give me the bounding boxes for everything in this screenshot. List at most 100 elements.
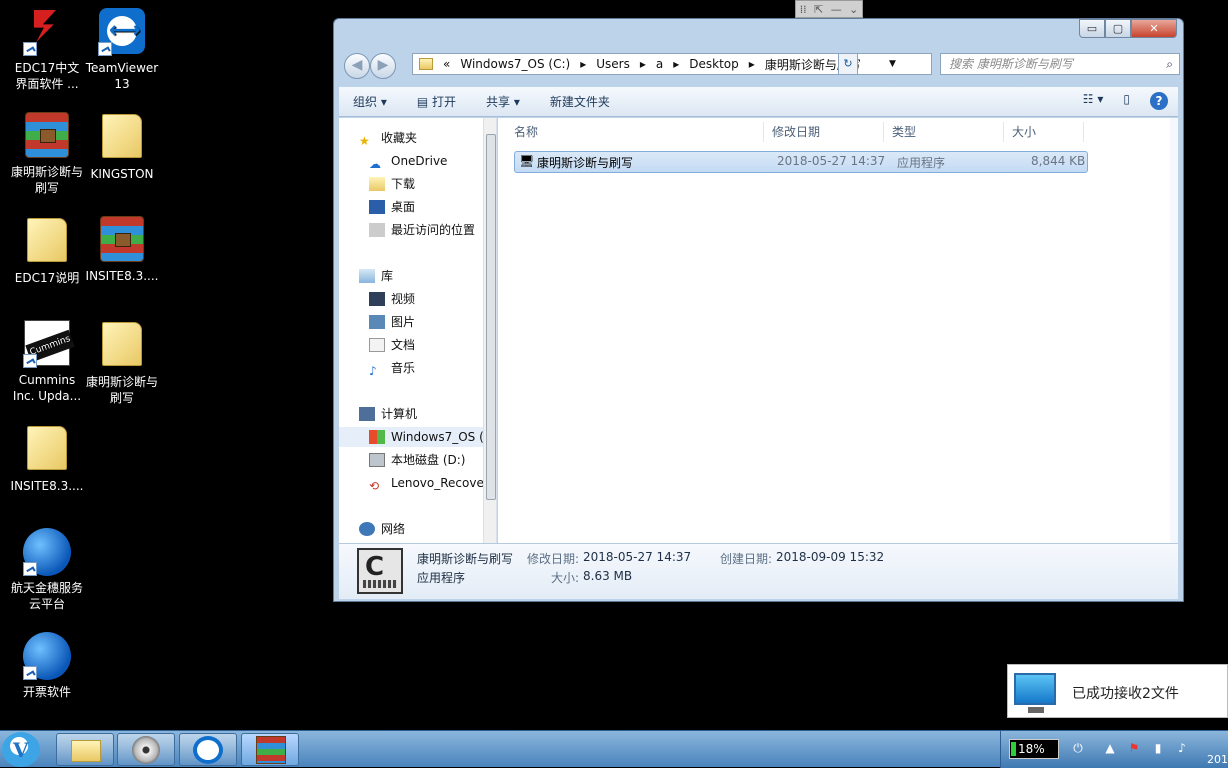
- organize-menu[interactable]: 组织 ▾: [353, 93, 387, 110]
- desktop-icon-teamviewer[interactable]: TeamViewer 13: [84, 8, 160, 92]
- navigation-scrollbar[interactable]: [483, 118, 496, 544]
- show-hidden-icons-button[interactable]: ▲: [1103, 741, 1117, 755]
- share-menu[interactable]: 共享 ▾: [486, 93, 520, 110]
- view-options-button[interactable]: ☷ ▾: [1083, 92, 1104, 110]
- scrollbar-thumb[interactable]: [486, 134, 496, 500]
- notification-message: 已成功接收2文件: [1072, 686, 1179, 702]
- file-row[interactable]: 🖥 康明斯诊断与刷写 2018-05-27 14:37 应用程序 8,844 K…: [514, 151, 1088, 173]
- nav-label: 音乐: [391, 361, 416, 375]
- nav-videos[interactable]: 视频: [369, 289, 415, 309]
- folder-icon: [27, 426, 67, 470]
- command-bar: 组织 ▾ ▤ 打开 共享 ▾ 新建文件夹 ☷ ▾ ▯ ?: [339, 87, 1178, 117]
- nav-onedrive[interactable]: ☁ OneDrive: [369, 151, 447, 171]
- network-signal-icon[interactable]: ▮: [1151, 741, 1165, 755]
- desktop-icon-edc17[interactable]: EDC17中文界面软件 ...: [9, 8, 85, 92]
- forward-button[interactable]: ▶: [370, 53, 396, 79]
- winrar-archive-icon: [25, 112, 69, 158]
- expand-icon[interactable]: ⇱: [814, 3, 823, 16]
- nav-drive-d[interactable]: 本地磁盘 (D:): [369, 450, 465, 470]
- desktop-icon-insite-folder[interactable]: INSITE8.3....: [9, 424, 85, 494]
- file-modified: 2018-05-27 14:37: [777, 154, 886, 168]
- column-header-modified[interactable]: 修改日期: [764, 122, 884, 142]
- nav-downloads[interactable]: 下载: [369, 174, 415, 194]
- maximize-button[interactable]: ▢: [1105, 19, 1131, 38]
- preview-pane-button[interactable]: ▯: [1123, 92, 1130, 110]
- breadcrumb-a[interactable]: a: [656, 57, 663, 71]
- nav-label: 网络: [381, 522, 406, 536]
- power-plug-icon[interactable]: ⏻: [1071, 741, 1085, 755]
- open-icon: ▤: [416, 95, 432, 109]
- desktop-icon-invoice[interactable]: 开票软件: [9, 632, 85, 700]
- desktop-icon-aisino-cloud[interactable]: 航天金穗服务云平台: [9, 528, 85, 612]
- nav-favorites[interactable]: ★ 收藏夹: [359, 128, 417, 148]
- file-type: 应用程序: [897, 156, 946, 170]
- refresh-button[interactable]: ↻: [838, 53, 858, 75]
- nav-computer[interactable]: 计算机: [359, 404, 417, 424]
- nav-music[interactable]: ♪ 音乐: [369, 358, 415, 378]
- shortcut-arrow-icon: [23, 666, 37, 680]
- back-button[interactable]: ◀: [344, 53, 370, 79]
- desktop-icon-insite-archive[interactable]: INSITE8.3....: [84, 216, 160, 284]
- taskbar-teamviewer[interactable]: [179, 733, 237, 766]
- desktop-icon-cummins-archive[interactable]: 康明斯诊断与刷写: [9, 112, 85, 196]
- taskbar-explorer[interactable]: [56, 733, 114, 766]
- application-icon: 🖥: [519, 154, 535, 168]
- transfer-notification[interactable]: 已成功接收2文件: [1007, 664, 1228, 718]
- taskbar-winrar[interactable]: [241, 733, 299, 766]
- column-header-size[interactable]: 大小: [1004, 122, 1084, 142]
- nav-drive-c[interactable]: Windows7_OS (: [339, 427, 489, 447]
- breadcrumb-overflow[interactable]: «: [443, 57, 450, 71]
- window-controls: ▭ ▢ ✕: [1079, 19, 1177, 39]
- file-list: 名称 修改日期 类型 大小 🖥 康明斯诊断与刷写 2018-05-27 14:3…: [498, 118, 1178, 544]
- open-button[interactable]: ▤ 打开: [417, 93, 456, 110]
- column-header-type[interactable]: 类型: [884, 122, 1004, 142]
- search-input[interactable]: 搜索 康明斯诊断与刷写 ⌕: [940, 53, 1180, 75]
- breadcrumb-users[interactable]: Users: [596, 57, 630, 71]
- chevron-right-icon: ▸: [639, 57, 646, 71]
- close-button[interactable]: ✕: [1131, 19, 1177, 38]
- desktop-icon-label: 航天金穗服务云平台: [10, 581, 83, 611]
- grip-icon[interactable]: ⁞⁞: [800, 3, 807, 16]
- taskbar: 18% ⏻ ▲ ⚑ ▮ ♪ 201: [0, 730, 1228, 768]
- clock[interactable]: 201: [1207, 753, 1228, 766]
- breadcrumb-drive-c[interactable]: Windows7_OS (C:): [460, 57, 570, 71]
- folder-icon: [71, 740, 101, 762]
- nav-pictures[interactable]: 图片: [369, 312, 415, 332]
- action-center-icon[interactable]: ⚑: [1127, 741, 1141, 755]
- monitor-icon: [1014, 673, 1056, 713]
- nav-label: OneDrive: [391, 154, 448, 168]
- desktop-icon-label: Cummins Inc. Upda...: [12, 373, 82, 403]
- breadcrumb-desktop[interactable]: Desktop: [689, 57, 739, 71]
- nav-desktop[interactable]: 桌面: [369, 197, 415, 217]
- nav-network[interactable]: 网络: [359, 519, 405, 539]
- nav-label: 收藏夹: [381, 131, 418, 145]
- address-dropdown-icon[interactable]: ▼: [889, 59, 896, 69]
- chevron-down-icon[interactable]: ⌄: [849, 3, 858, 16]
- desktop-icon-label: EDC17说明: [14, 271, 80, 285]
- nav-libraries[interactable]: 库: [359, 266, 393, 286]
- new-folder-button[interactable]: 新建文件夹: [550, 93, 610, 110]
- details-created: 2018-09-09 15:32: [776, 550, 885, 564]
- desktop-icon-edc17-docs[interactable]: EDC17说明: [9, 216, 85, 286]
- nav-documents[interactable]: 文档: [369, 335, 415, 355]
- desktop-icon-cummins-folder[interactable]: 康明斯诊断与刷写: [84, 320, 160, 406]
- column-header-name[interactable]: 名称: [506, 122, 764, 142]
- taskbar-media-player[interactable]: [117, 733, 175, 766]
- desktop-icon-label: EDC17中文界面软件 ...: [14, 61, 80, 91]
- start-button[interactable]: [2, 732, 40, 767]
- nav-label: 最近访问的位置: [391, 223, 476, 237]
- search-icon[interactable]: ⌕: [1166, 54, 1173, 74]
- help-button[interactable]: ?: [1150, 92, 1168, 110]
- nav-label: 库: [381, 269, 394, 283]
- nav-recovery[interactable]: ⟲ Lenovo_Recove: [369, 473, 484, 493]
- volume-icon[interactable]: ♪: [1175, 741, 1189, 755]
- navigation-pane: ★ 收藏夹 ☁ OneDrive 下载 桌面 最近访问的位置 库 视频 图片 文档 …: [339, 118, 497, 544]
- nav-recent[interactable]: 最近访问的位置: [369, 220, 475, 240]
- system-tray: 18% ⏻ ▲ ⚑ ▮ ♪ 201: [1000, 731, 1228, 768]
- desktop-icon-cummins-update[interactable]: Cummins Inc. Upda...: [9, 320, 85, 404]
- battery-indicator[interactable]: 18%: [1009, 739, 1059, 759]
- minimize-button[interactable]: ▭: [1079, 19, 1105, 38]
- details-modified-label: 修改日期:: [527, 552, 580, 566]
- minimize-icon[interactable]: —: [831, 3, 842, 16]
- desktop-icon-kingston[interactable]: KINGSTON: [84, 112, 160, 182]
